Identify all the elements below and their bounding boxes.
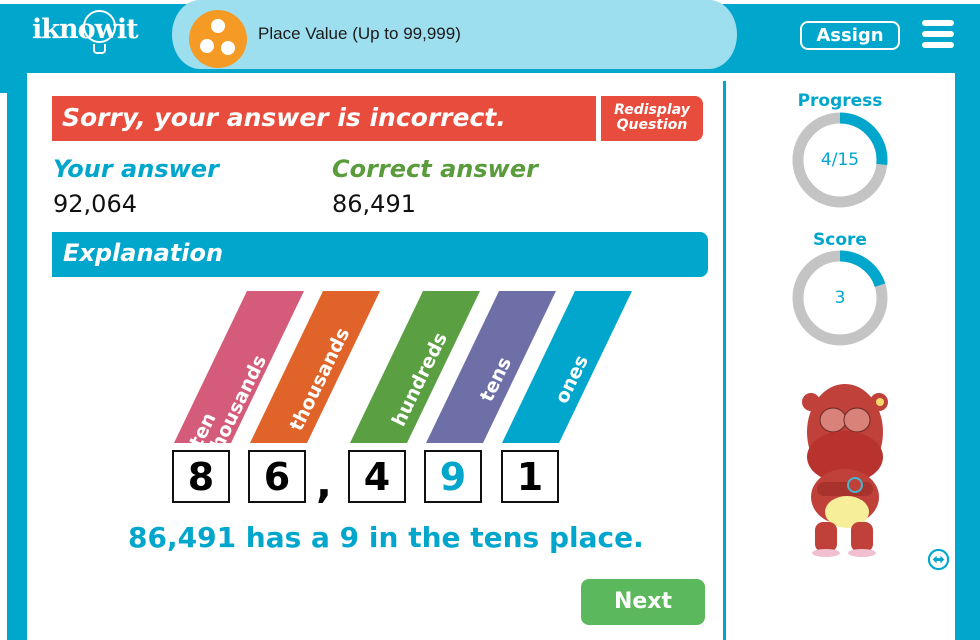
place-label-hundreds: hundreds: [388, 329, 452, 430]
redisplay-label-line2: Question: [616, 117, 688, 133]
digit-box-thousands: 6: [248, 450, 306, 503]
topic-title: Place Value (Up to 99,999): [258, 24, 461, 43]
place-band-hundreds: [350, 291, 480, 443]
your-answer-value: 92,064: [53, 190, 137, 218]
your-answer-label: Your answer: [53, 155, 219, 183]
digit: 8: [187, 455, 215, 499]
lightbulb-icon: [83, 10, 116, 43]
digit: 1: [516, 455, 544, 499]
hippo-mascot-image: [802, 384, 888, 557]
place-label-text: thousands: [202, 352, 271, 462]
explanation-summary: 86,491 has a 9 in the tens place.: [128, 521, 644, 554]
next-button[interactable]: Next: [581, 579, 705, 625]
assign-button[interactable]: Assign: [800, 21, 900, 50]
place-label-ones: ones: [551, 352, 593, 407]
digit-highlighted: 9: [439, 455, 467, 499]
frame-left-border: [7, 73, 27, 640]
correct-answer-value: 86,491: [332, 190, 416, 218]
digit: 4: [363, 455, 391, 499]
digit: 6: [263, 455, 291, 499]
place-label-text: ten: [185, 409, 220, 451]
progress-value: 4/15: [820, 150, 860, 170]
score-value: 3: [834, 288, 846, 308]
incorrect-feedback-banner: Sorry, your answer is incorrect.: [52, 96, 596, 141]
place-band-thousands: [250, 291, 380, 443]
place-label-text: ones: [551, 352, 593, 407]
digit-box-tens: 9: [424, 450, 482, 503]
hamburger-menu-icon[interactable]: [922, 20, 954, 50]
place-label-text: tens: [476, 354, 516, 406]
digit-box-hundreds: 4: [348, 450, 406, 503]
frame-left-corner: [0, 73, 7, 93]
correct-answer-label: Correct answer: [332, 155, 538, 183]
lightbulb-base-icon: [93, 44, 106, 54]
digit-box-ten-thousands: 8: [172, 450, 230, 503]
double-arrow-icon[interactable]: [927, 548, 950, 571]
place-band-ones: [502, 291, 632, 443]
progress-label: Progress: [797, 91, 883, 111]
place-label-tens: tens: [476, 354, 516, 406]
place-label-text: thousands: [286, 324, 355, 434]
three-dots-icon: [189, 10, 247, 68]
score-label: Score: [813, 230, 867, 250]
sidebar-divider: [723, 81, 726, 640]
place-label-text: hundreds: [388, 329, 452, 430]
frame-right-border: [955, 73, 980, 640]
place-label-thousands: thousands: [286, 324, 355, 434]
redisplay-question-button[interactable]: Redisplay Question: [601, 96, 703, 141]
digit-box-ones: 1: [501, 450, 559, 503]
place-band-ten-thousands: [174, 291, 304, 443]
explanation-header: Explanation: [52, 232, 708, 277]
thousands-separator: ,: [316, 458, 332, 507]
place-band-tens: [426, 291, 556, 443]
redisplay-label-line1: Redisplay: [614, 102, 690, 118]
place-label-ten-thousands: tenthousands: [185, 352, 271, 462]
